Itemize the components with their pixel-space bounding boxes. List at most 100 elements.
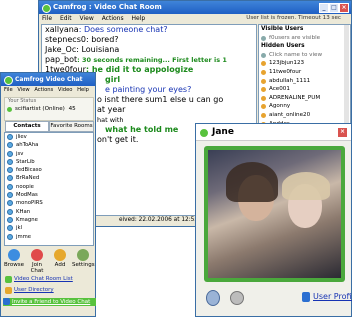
- room-list-item[interactable]: fedBicaso: [5, 166, 93, 174]
- contacts-window-title: Camfrog Video Chat: [15, 76, 83, 83]
- menu-actions[interactable]: Actions: [34, 87, 53, 93]
- menu-actions[interactable]: Actions: [102, 15, 124, 22]
- room-list-item[interactable]: jsv: [5, 150, 93, 158]
- room-list-link[interactable]: Video Chat Room List: [5, 276, 73, 283]
- tab-contacts[interactable]: Contacts: [5, 121, 49, 132]
- room-icon: [7, 183, 13, 190]
- room-list-item[interactable]: jmme: [5, 233, 93, 241]
- chat-nick[interactable]: xallyana: [45, 25, 79, 34]
- room-icon: [7, 200, 13, 207]
- chat-message-text: girl: [105, 75, 121, 84]
- user-profile-icon: [302, 292, 310, 302]
- speaker-icon[interactable]: [230, 291, 244, 305]
- invite-friend-link[interactable]: Invite a Friend to Video Chat: [3, 298, 96, 306]
- user-status[interactable]: scifiartist (Online) 45: [5, 105, 93, 114]
- room-icon: [7, 175, 13, 182]
- close-button[interactable]: ×: [339, 3, 349, 13]
- user-name: ADRENALINE_PUM: [269, 94, 321, 101]
- room-icon: [7, 150, 13, 157]
- room-list-item[interactable]: noopie: [5, 183, 93, 191]
- freeze-status-text: User list is frozen. Timeout 13 sec: [246, 15, 341, 21]
- user-list-panel[interactable]: Visible Users f0users are visible Hidden…: [258, 24, 351, 128]
- chat-message-text: : Louisiana: [76, 45, 120, 54]
- user-name: 123jbjun123: [269, 60, 305, 67]
- user-name: Click name to view: [269, 51, 323, 58]
- video-title: Jane: [212, 127, 234, 137]
- room-list-item[interactable]: jliev: [5, 133, 93, 141]
- chat-message-text: hat with: [97, 116, 124, 124]
- user-name: Ace001: [269, 86, 290, 93]
- hair-left: [226, 162, 278, 202]
- user-list-item[interactable]: ADRENALINE_PUM: [259, 94, 350, 103]
- menu-edit[interactable]: Edit: [60, 15, 72, 22]
- contacts-list[interactable]: jliev ahToAha jsv StarLib fedBicaso BrRaNed no…: [4, 132, 94, 246]
- room-icon: [7, 142, 13, 149]
- user-list-item[interactable]: aiant_online20: [259, 111, 350, 120]
- join-chat-button[interactable]: Join Chat: [26, 249, 48, 274]
- room-list-item[interactable]: Kmagne: [5, 216, 93, 224]
- user-directory-link[interactable]: User Directory: [5, 287, 54, 294]
- menu-help[interactable]: Help: [77, 87, 89, 93]
- chat-room-titlebar[interactable]: Camfrog : Video Chat Room _ □ ×: [39, 1, 351, 14]
- settings-button[interactable]: Settings: [72, 249, 95, 268]
- contacts-titlebar[interactable]: Camfrog Video Chat: [1, 73, 95, 86]
- chat-message-text: : Does someone chat?: [78, 25, 168, 34]
- close-video-button[interactable]: ×: [337, 127, 348, 138]
- room-list-item[interactable]: monoPIRS: [5, 199, 93, 207]
- room-name: ahToAha: [16, 142, 39, 149]
- menu-view[interactable]: View: [80, 15, 94, 22]
- chat-message-text: : bored?: [85, 35, 119, 44]
- user-icon: [261, 78, 266, 84]
- user-list-item[interactable]: 11twe0four: [259, 68, 350, 77]
- user-list-item[interactable]: 123jbjun123: [259, 59, 350, 68]
- hidden-users-header: Hidden Users: [261, 43, 305, 50]
- user-icon: [261, 61, 266, 67]
- video-feed: [208, 150, 341, 278]
- user-list-item[interactable]: Ace001: [259, 85, 350, 94]
- room-list-item[interactable]: ahToAha: [5, 141, 93, 149]
- room-list-item[interactable]: ModMas: [5, 191, 93, 199]
- user-list-scrollbar[interactable]: [344, 25, 349, 125]
- menu-video[interactable]: Video: [58, 87, 73, 93]
- maximize-button[interactable]: □: [329, 3, 339, 13]
- add-button[interactable]: Add: [49, 249, 71, 268]
- chat-nick[interactable]: stepnecs0: [45, 35, 86, 44]
- chat-line: xallyana: Does someone chat?: [45, 25, 256, 35]
- user-profile-link[interactable]: User Profile: [313, 292, 352, 301]
- join-chat-icon: [31, 249, 43, 261]
- room-list-icon: [5, 276, 12, 283]
- online-status-icon: [7, 107, 12, 112]
- browse-button[interactable]: Browse: [3, 249, 25, 268]
- room-name: StarLib: [16, 158, 35, 165]
- user-icon: [261, 52, 266, 58]
- chat-nick[interactable]: Jake_Oc: [45, 45, 76, 54]
- room-name: jmme: [16, 233, 32, 240]
- menu-view[interactable]: View: [17, 87, 29, 93]
- room-list-item[interactable]: StarLib: [5, 158, 93, 166]
- minimize-button[interactable]: _: [319, 3, 329, 13]
- webcam-icon[interactable]: [206, 290, 220, 306]
- directory-icon: [5, 287, 12, 294]
- user-list-item[interactable]: abdullah_1111: [259, 77, 350, 86]
- room-icon: [7, 192, 13, 199]
- invite-icon: [3, 298, 10, 305]
- room-items: jliev ahToAha jsv StarLib fedBicaso BrRaNed no…: [5, 133, 93, 241]
- tab-favorite-rooms[interactable]: Favorite Rooms: [49, 121, 94, 132]
- room-icon: [7, 167, 13, 174]
- video-titlebar[interactable]: Jane ×: [196, 124, 351, 141]
- menu-file[interactable]: File: [4, 87, 13, 93]
- user-name: Agonny: [269, 103, 291, 110]
- user-list-item[interactable]: Agonny: [259, 102, 350, 111]
- settings-icon: [77, 249, 89, 261]
- hidden-users-list: Click name to view 123jbjun123 11twe0four a…: [259, 51, 350, 127]
- room-icon: [7, 208, 13, 215]
- window-title: Camfrog : Video Chat Room: [53, 3, 162, 11]
- chat-nick[interactable]: pap_bot: [45, 55, 77, 64]
- user-list-item[interactable]: Click name to view: [259, 51, 350, 60]
- room-list-item[interactable]: jkl: [5, 224, 93, 232]
- menu-file[interactable]: File: [42, 15, 52, 22]
- menu-help[interactable]: Help: [132, 15, 146, 22]
- room-list-item[interactable]: BrRaNed: [5, 174, 93, 182]
- room-list-item[interactable]: KHan: [5, 208, 93, 216]
- chat-line: stepnecs0: bored?: [45, 35, 256, 45]
